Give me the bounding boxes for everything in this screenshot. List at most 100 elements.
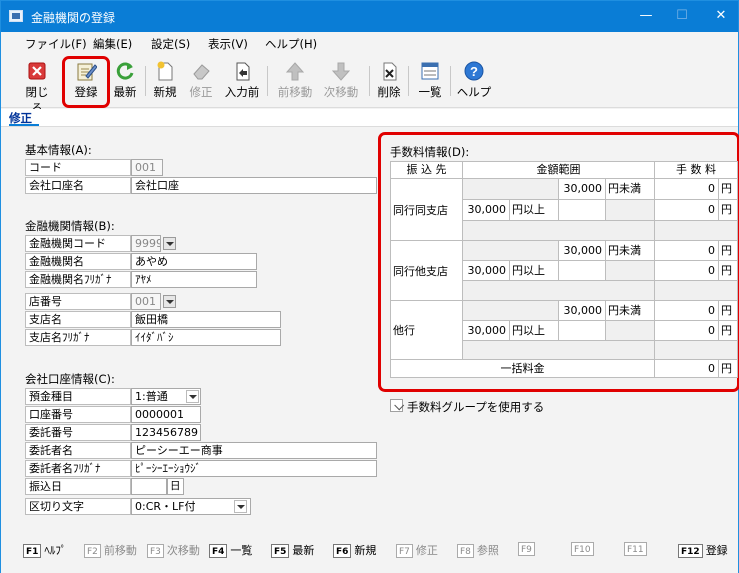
window-title: 金融機関の登録 xyxy=(31,11,116,25)
account-number-label: 口座番号 xyxy=(25,406,131,423)
fee-under-amount[interactable]: 30,000 xyxy=(558,300,606,321)
institution-code-dropdown-icon[interactable] xyxy=(163,237,176,250)
fkey-f5[interactable]: F5 最新 xyxy=(271,542,314,558)
toolbar-separator xyxy=(450,66,451,96)
latest-button[interactable]: 最新 xyxy=(111,60,139,104)
mode-tab-edit[interactable]: 修正 xyxy=(9,110,39,126)
fee-cell-blank xyxy=(605,320,655,341)
fee-over-amount[interactable]: 30,000 xyxy=(462,260,510,281)
fkey-f6[interactable]: F6 新規 xyxy=(333,542,376,558)
fkey-f4[interactable]: F4 一覧 xyxy=(209,542,252,558)
fkey-f9[interactable]: F9 xyxy=(518,542,538,556)
branch-name-label: 支店名 xyxy=(25,311,131,328)
help-button[interactable]: ? ヘルプ xyxy=(456,60,492,104)
fkey-f10[interactable]: F10 xyxy=(571,542,597,556)
fee-under-value[interactable]: 0 xyxy=(654,300,719,321)
list-button[interactable]: 一覧 xyxy=(415,60,445,104)
fee-over-value[interactable]: 0 xyxy=(654,199,719,221)
fkey-f2[interactable]: F2 前移動 xyxy=(84,542,137,558)
flat-fee-value[interactable]: 0 xyxy=(654,359,719,378)
branch-number-dropdown-icon[interactable] xyxy=(163,295,176,308)
refresh-icon xyxy=(114,60,136,82)
fee-under-text: 円未満 xyxy=(605,300,655,321)
menu-view[interactable]: 表示(V) xyxy=(208,36,248,52)
fee-row-same-branch-label: 同行同支店 xyxy=(390,178,463,241)
deposit-type-chevron-down-icon[interactable] xyxy=(186,390,199,403)
account-name-label: 会社口座名 xyxy=(25,177,131,194)
menu-bar: ファイル(F) 編集(E) 設定(S) 表示(V) ヘルプ(H) xyxy=(1,32,738,54)
fee-group-checkbox-label: 手数料グループを使用する xyxy=(407,400,545,414)
fee-range-to-field[interactable] xyxy=(558,199,606,221)
account-name-field[interactable]: 会社口座 xyxy=(131,177,377,194)
fee-range-to-field[interactable] xyxy=(558,320,606,341)
fee-under-value[interactable]: 0 xyxy=(654,240,719,261)
fee-info-header: 手数料情報(D): xyxy=(390,145,470,159)
consignor-number-field[interactable]: 123456789 xyxy=(131,424,201,441)
fkey-f12[interactable]: F12 登録 xyxy=(678,542,728,558)
fee-under-amount[interactable]: 30,000 xyxy=(558,178,606,200)
close-window-button[interactable]: ✕ xyxy=(706,5,736,27)
new-button[interactable]: 新規 xyxy=(151,60,179,104)
transfer-date-field[interactable] xyxy=(131,478,167,495)
next-button[interactable]: 次移動 xyxy=(321,60,361,104)
title-bar: 金融機関の登録 — ☐ ✕ xyxy=(1,1,738,32)
edit-button[interactable]: 修正 xyxy=(187,60,215,104)
delimiter-chevron-down-icon[interactable] xyxy=(234,500,247,513)
branch-number-field[interactable]: 001 xyxy=(131,293,161,310)
help-icon: ? xyxy=(463,60,485,82)
app-window: 金融機関の登録 — ☐ ✕ ファイル(F) 編集(E) 設定(S) 表示(V) … xyxy=(0,0,739,573)
fkey-f8[interactable]: F8 参照 xyxy=(457,542,499,558)
fee-group-checkbox[interactable] xyxy=(390,399,403,412)
close-button[interactable]: 閉じる xyxy=(21,60,53,115)
branch-name-field[interactable]: 飯田橋 xyxy=(131,311,281,328)
consignor-name-field[interactable]: ピーシーエー商事 xyxy=(131,442,377,459)
fee-under-value[interactable]: 0 xyxy=(654,178,719,200)
menu-edit[interactable]: 編集(E) xyxy=(93,36,132,52)
menu-settings[interactable]: 設定(S) xyxy=(151,36,190,52)
consignor-kana-field[interactable]: ﾋﾟｰｼｰｴｰｼｮｳｼﾞ xyxy=(131,460,377,477)
institution-kana-label: 金融機関名ﾌﾘｶﾞﾅ xyxy=(25,271,131,288)
fee-cell-blank xyxy=(462,300,559,321)
institution-name-field[interactable]: あやめ xyxy=(131,253,257,270)
fkey-f11[interactable]: F11 xyxy=(624,542,650,556)
yen-unit: 円 xyxy=(718,178,738,200)
fee-cell-blank xyxy=(605,260,655,281)
eraser-icon xyxy=(190,60,212,82)
highlight-register xyxy=(62,56,110,108)
branch-kana-field[interactable]: ｲｲﾀﾞﾊﾞｼ xyxy=(131,329,281,346)
fee-cell-blank xyxy=(462,340,655,360)
before-input-button[interactable]: 入力前 xyxy=(222,60,262,104)
fee-under-amount[interactable]: 30,000 xyxy=(558,240,606,261)
delete-button[interactable]: 削除 xyxy=(375,60,403,104)
code-field[interactable]: 001 xyxy=(131,159,163,176)
consignor-kana-label: 委託者名ﾌﾘｶﾞﾅ xyxy=(25,460,131,477)
previous-button[interactable]: 前移動 xyxy=(275,60,315,104)
fee-over-amount[interactable]: 30,000 xyxy=(462,320,510,341)
fee-over-amount[interactable]: 30,000 xyxy=(462,199,510,221)
institution-code-field[interactable]: 9999 xyxy=(131,235,161,252)
fee-range-to-field[interactable] xyxy=(558,260,606,281)
flat-fee-label: 一括料金 xyxy=(390,359,655,378)
fee-over-value[interactable]: 0 xyxy=(654,260,719,281)
fee-row-other-branch-label: 同行他支店 xyxy=(390,240,463,301)
fkey-f1[interactable]: F1 ﾍﾙﾌﾟ xyxy=(23,542,66,558)
institution-kana-field[interactable]: ｱﾔﾒ xyxy=(131,271,257,288)
menu-help[interactable]: ヘルプ(H) xyxy=(265,36,317,52)
fee-over-text: 円以上 xyxy=(509,320,559,341)
institution-info-header: 金融機関情報(B): xyxy=(25,219,115,233)
mode-strip: 修正 xyxy=(1,109,738,127)
delete-icon xyxy=(378,60,400,82)
toolbar-separator xyxy=(408,66,409,96)
yen-unit: 円 xyxy=(718,300,738,321)
fee-over-value[interactable]: 0 xyxy=(654,320,719,341)
maximize-button[interactable]: ☐ xyxy=(667,5,697,27)
fkey-f7[interactable]: F7 修正 xyxy=(396,542,438,558)
account-number-field[interactable]: 0000001 xyxy=(131,406,201,423)
fee-cell-blank xyxy=(654,340,738,360)
menu-file[interactable]: ファイル(F) xyxy=(25,36,87,52)
delimiter-select[interactable]: 0:CR・LF付 xyxy=(131,498,251,515)
fkey-f3[interactable]: F3 次移動 xyxy=(147,542,200,558)
calendar-icon[interactable]: 日 xyxy=(167,478,184,495)
close-icon xyxy=(26,60,48,82)
minimize-button[interactable]: — xyxy=(631,5,661,27)
